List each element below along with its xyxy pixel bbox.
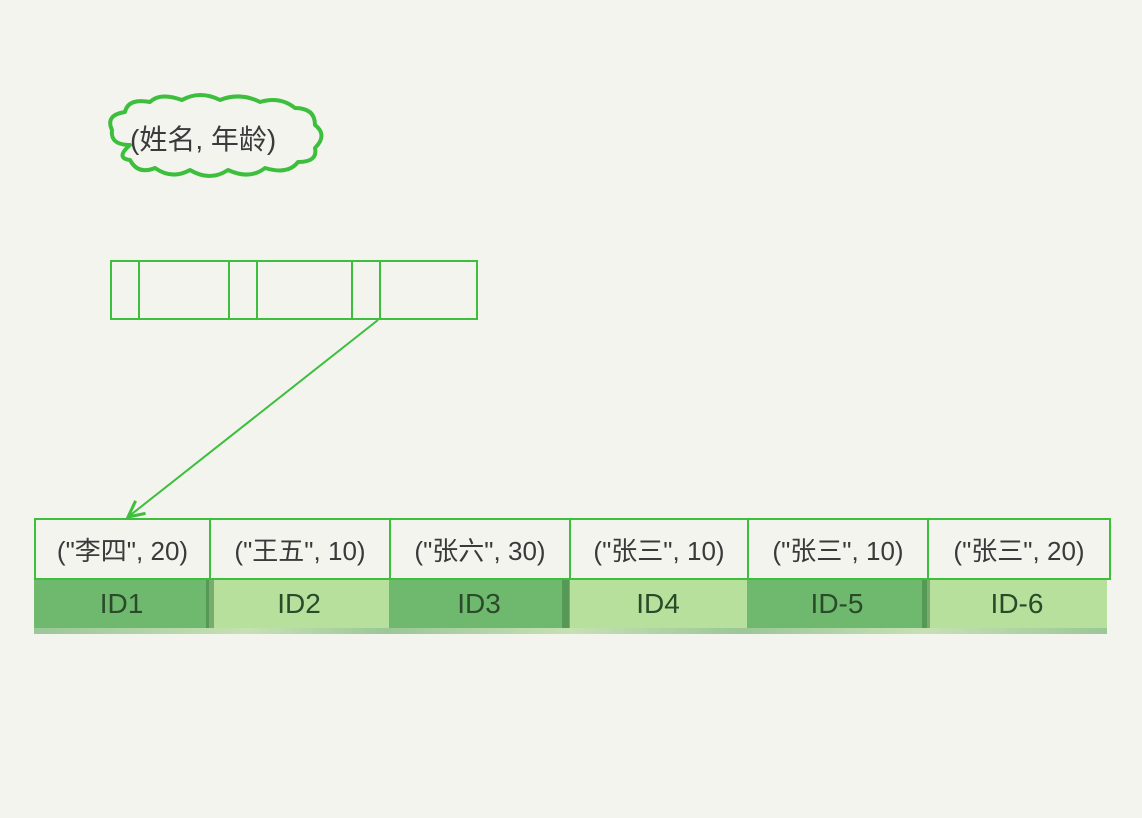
tuple-cell: ("张六", 30) bbox=[391, 520, 571, 578]
id-row: ID1 ID2 ID3 ID4 ID-5 ID-6 bbox=[34, 580, 1107, 628]
pointer-cell bbox=[353, 262, 381, 318]
pointer-cell bbox=[140, 262, 230, 318]
tuple-cell: ("张三", 10) bbox=[571, 520, 749, 578]
id-cell: ID-5 bbox=[747, 580, 927, 628]
cloud-label: (姓名, 年龄) bbox=[130, 118, 276, 158]
shadow-edge bbox=[206, 580, 214, 628]
tuple-cell: ("张三", 20) bbox=[929, 520, 1109, 578]
tuple-cell: ("李四", 20) bbox=[36, 520, 211, 578]
pointer-cell bbox=[381, 262, 476, 318]
shadow-edge bbox=[922, 580, 930, 628]
pointer-array bbox=[110, 260, 478, 320]
shadow-edge bbox=[562, 580, 570, 628]
id-cell: ID2 bbox=[209, 580, 389, 628]
tuple-cell: ("王五", 10) bbox=[211, 520, 391, 578]
id-cell: ID-6 bbox=[927, 580, 1107, 628]
tuple-row: ("李四", 20) ("王五", 10) ("张六", 30) ("张三", … bbox=[34, 518, 1111, 580]
id-cell: ID4 bbox=[569, 580, 747, 628]
underline-shadow bbox=[34, 628, 1107, 634]
tuple-cell: ("张三", 10) bbox=[749, 520, 929, 578]
id-cell: ID1 bbox=[34, 580, 209, 628]
pointer-cell bbox=[230, 262, 258, 318]
pointer-cell bbox=[258, 262, 353, 318]
pointer-cell bbox=[112, 262, 140, 318]
id-cell: ID3 bbox=[389, 580, 569, 628]
